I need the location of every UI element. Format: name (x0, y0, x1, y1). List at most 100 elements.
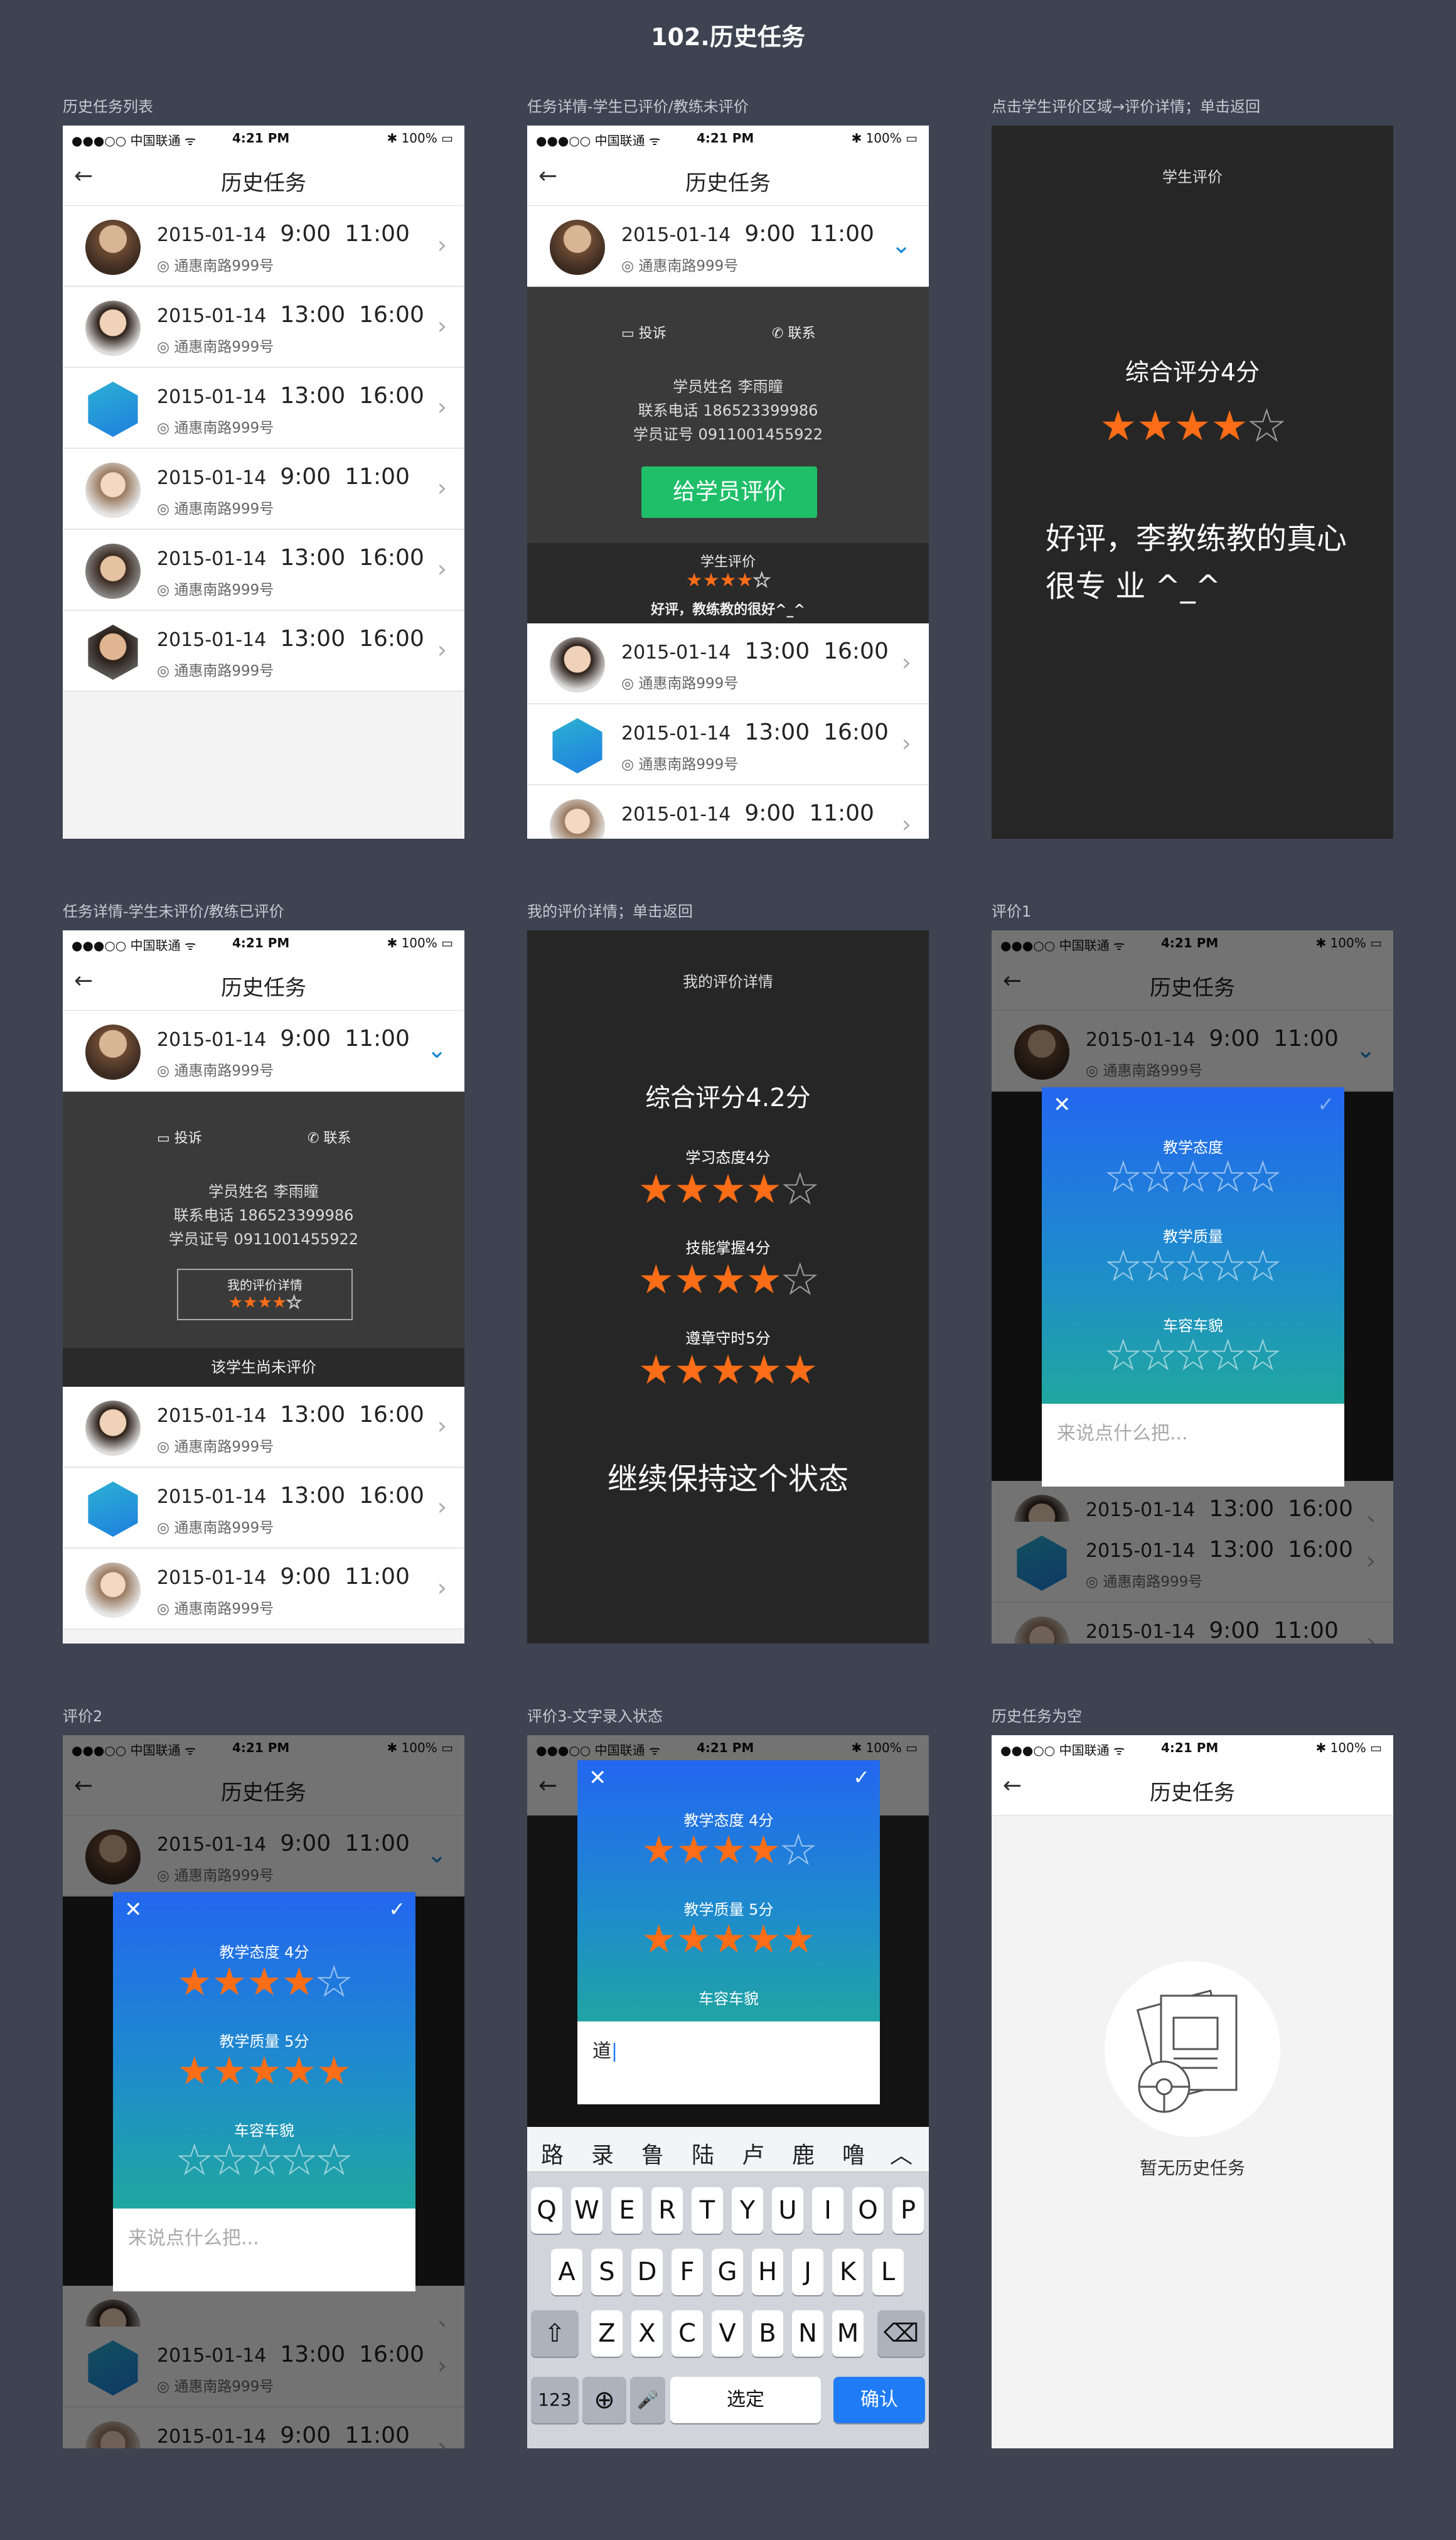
star-empty-icon[interactable]: ★ (1175, 1153, 1211, 1200)
star-icon[interactable]: ★ (711, 1916, 746, 1962)
candidate[interactable]: 路 (541, 2137, 564, 2170)
key[interactable]: N (792, 2310, 823, 2357)
space-key[interactable]: 选定 (670, 2377, 821, 2423)
star-empty-icon[interactable]: ★ (316, 1958, 352, 2005)
key[interactable]: F (672, 2249, 703, 2295)
key[interactable]: D (631, 2249, 663, 2295)
star-empty-icon[interactable]: ★ (1210, 1242, 1246, 1289)
attitude-stars[interactable]: ★★★★★ (1042, 1153, 1344, 1200)
key[interactable]: M (832, 2310, 864, 2357)
check-icon[interactable]: ✓ (853, 1765, 870, 1789)
star-icon[interactable]: ★ (781, 1916, 816, 1962)
star-empty-icon[interactable]: ★ (1245, 1332, 1281, 1379)
star-empty-icon[interactable]: ★ (780, 1826, 816, 1873)
candidate[interactable]: 鹿 (792, 2137, 815, 2170)
key[interactable]: H (752, 2249, 783, 2295)
task-row[interactable]: 2015-01-14 13:00 16:00 ◎ 通惠南路999号 › (527, 623, 929, 704)
complain-button[interactable]: 投诉 (639, 326, 666, 342)
task-row[interactable]: 2015-01-14 13:00 16:00 ◎ 通惠南路999号 › (527, 704, 929, 785)
star-empty-icon[interactable]: ★ (1245, 1153, 1281, 1200)
star-icon[interactable]: ★ (177, 2048, 212, 2094)
car-stars[interactable]: ★★★★★ (113, 2136, 415, 2183)
key[interactable]: B (752, 2310, 783, 2357)
key[interactable]: Z (591, 2310, 623, 2357)
key[interactable]: Y (732, 2187, 763, 2234)
my-eval-box[interactable]: 我的评价详情 ★★★★★ (177, 1269, 353, 1320)
task-row[interactable]: 2015-01-14 13:00 16:00 ◎ 通惠南路999号 › (63, 1387, 464, 1468)
attitude-stars[interactable]: ★★★★★ (113, 1958, 415, 2005)
star-empty-icon[interactable]: ★ (1140, 1153, 1177, 1200)
globe-icon[interactable]: ⊕ (582, 2377, 626, 2423)
key[interactable]: C (672, 2310, 703, 2357)
candidate[interactable]: 卢 (742, 2137, 764, 2170)
key[interactable]: A (551, 2249, 582, 2295)
star-icon[interactable]: ★ (212, 1959, 247, 2005)
star-icon[interactable]: ★ (177, 1959, 212, 2005)
key[interactable]: E (611, 2187, 643, 2234)
star-empty-icon[interactable]: ★ (316, 2136, 352, 2183)
chevron-down-icon[interactable]: ⌄ (427, 1036, 447, 1063)
close-icon[interactable]: ✕ (589, 1765, 607, 1790)
chevron-down-icon[interactable]: ⌄ (891, 231, 911, 259)
key[interactable]: L (872, 2249, 904, 2295)
task-row[interactable]: 2015-01-14 13:00 16:00 ◎ 通惠南路999号 › (63, 1468, 464, 1549)
star-empty-icon[interactable]: ★ (281, 2136, 318, 2183)
star-empty-icon[interactable]: ★ (1210, 1153, 1246, 1200)
key[interactable]: Q (531, 2187, 562, 2234)
candidate[interactable]: 噜 (842, 2137, 865, 2170)
star-empty-icon[interactable]: ★ (211, 2136, 248, 2183)
key[interactable]: R (651, 2187, 683, 2234)
key[interactable]: G (712, 2249, 743, 2295)
candidate[interactable]: 录 (591, 2137, 614, 2170)
delete-icon[interactable]: ⌫ (877, 2310, 925, 2357)
star-icon[interactable]: ★ (677, 1827, 712, 1873)
car-stars[interactable]: ★★★★★ (1042, 1332, 1344, 1379)
star-icon[interactable]: ★ (746, 1827, 781, 1873)
star-empty-icon[interactable]: ★ (1105, 1153, 1142, 1200)
key[interactable]: W (571, 2187, 602, 2234)
screen-eval-detail[interactable]: 学生评价 综合评分4分 ★★★★★ 好评，李教练教的真心很专 业 ^_^ (992, 126, 1393, 839)
task-row[interactable]: 2015-01-14 13:00 16:00 ◎ 通惠南路999号 › (63, 611, 464, 692)
star-icon[interactable]: ★ (212, 2048, 247, 2094)
check-icon[interactable]: ✓ (388, 1897, 405, 1921)
star-empty-icon[interactable]: ★ (1210, 1332, 1246, 1379)
close-icon[interactable]: ✕ (124, 1897, 142, 1922)
contact-button[interactable]: 联系 (788, 326, 815, 342)
quality-stars[interactable]: ★★★★★ (1042, 1242, 1344, 1289)
task-row[interactable]: 2015-01-14 9:00 11:00 ◎ 通惠南路999号 › (63, 449, 464, 530)
mic-icon[interactable]: 🎤 (630, 2377, 665, 2423)
task-row[interactable]: 2015-01-14 9:00 11:00 ◎ 通惠南路999号 › (63, 206, 464, 287)
star-empty-icon[interactable]: ★ (1140, 1242, 1177, 1289)
key[interactable]: I (812, 2187, 843, 2234)
key[interactable]: J (792, 2249, 823, 2295)
attitude-stars[interactable]: ★★★★★ (577, 1826, 880, 1873)
star-icon[interactable]: ★ (641, 1827, 677, 1873)
star-icon[interactable]: ★ (247, 2048, 282, 2094)
star-icon[interactable]: ★ (282, 1959, 317, 2005)
key[interactable]: T (692, 2187, 723, 2234)
key[interactable]: U (772, 2187, 803, 2234)
star-empty-icon[interactable]: ★ (246, 2136, 282, 2183)
key[interactable]: S (591, 2249, 623, 2295)
star-empty-icon[interactable]: ★ (1105, 1332, 1142, 1379)
star-icon[interactable]: ★ (711, 1827, 746, 1873)
rate-student-button[interactable]: 给学员评价 (641, 466, 817, 518)
comment-textarea[interactable]: 道| (577, 2021, 880, 2104)
candidate[interactable]: 陆 (692, 2137, 714, 2170)
shift-icon[interactable]: ⇧ (531, 2310, 579, 2357)
star-icon[interactable]: ★ (316, 2048, 351, 2094)
numbers-key[interactable]: 123 (531, 2377, 579, 2423)
star-empty-icon[interactable]: ★ (1105, 1242, 1142, 1289)
key[interactable]: O (852, 2187, 884, 2234)
key[interactable]: K (832, 2249, 864, 2295)
quality-stars[interactable]: ★★★★★ (113, 2048, 415, 2094)
key[interactable]: P (892, 2187, 924, 2234)
star-icon[interactable]: ★ (746, 1916, 781, 1962)
close-icon[interactable]: ✕ (1053, 1092, 1071, 1117)
star-empty-icon[interactable]: ★ (1175, 1242, 1211, 1289)
comment-textarea[interactable]: 来说点什么把... (113, 2209, 415, 2291)
star-empty-icon[interactable]: ★ (176, 2136, 213, 2183)
task-row-expanded[interactable]: 2015-01-14 9:00 11:00 ◎ 通惠南路999号 ⌄ (63, 1011, 464, 1092)
key[interactable]: X (631, 2310, 663, 2357)
complain-button[interactable]: 投诉 (174, 1131, 202, 1146)
